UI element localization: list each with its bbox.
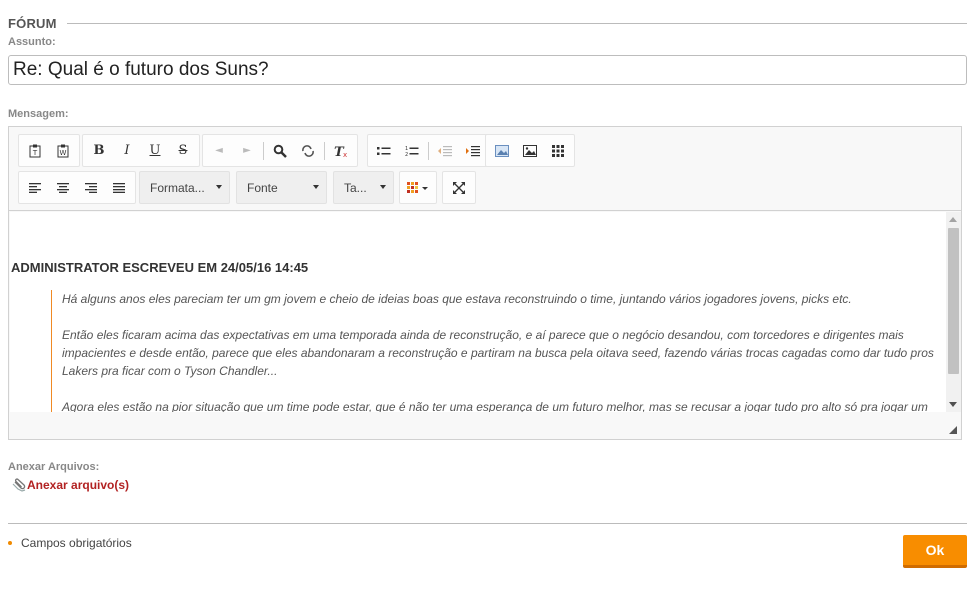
- editor-toolbar: T W B I U S ◄ ► Tx 1 2 Formata... Fonte …: [9, 127, 961, 211]
- format-combo[interactable]: Formata...: [139, 171, 230, 204]
- strikethrough-icon[interactable]: S: [169, 137, 197, 165]
- scroll-down-icon[interactable]: [949, 402, 957, 407]
- editor-content-area[interactable]: ADMINISTRATOR ESCREVEU EM 24/05/16 14:45…: [10, 212, 946, 412]
- italic-icon[interactable]: I: [113, 137, 141, 165]
- paste-text-icon[interactable]: T: [21, 137, 49, 165]
- svg-text:W: W: [60, 149, 67, 157]
- maximize-icon[interactable]: [445, 174, 473, 202]
- font-combo-label: Fonte: [247, 180, 278, 195]
- paperclip-icon: [12, 478, 27, 492]
- toolbar-group-tools: [442, 171, 476, 204]
- text-color-icon[interactable]: [402, 174, 434, 202]
- toolbar-group-editing: ◄ ► Tx: [202, 134, 358, 167]
- subject-label: Assunto:: [8, 36, 56, 48]
- toolbar-separator: [428, 141, 429, 160]
- required-fields-note: Campos obrigatórios: [8, 536, 132, 550]
- toolbar-separator: [324, 141, 325, 160]
- toolbar-separator: [263, 141, 264, 160]
- remove-format-icon[interactable]: Tx: [327, 137, 355, 165]
- attach-files-link[interactable]: Anexar arquivo(s): [12, 478, 129, 492]
- chevron-down-icon: [313, 185, 319, 189]
- image-button-icon[interactable]: [488, 137, 516, 165]
- outdent-icon[interactable]: [431, 137, 459, 165]
- chevron-down-icon: [380, 185, 386, 189]
- subject-input[interactable]: [8, 55, 967, 85]
- underline-icon[interactable]: U: [141, 137, 169, 165]
- form-title: FÓRUM: [8, 15, 57, 31]
- attachments-label: Anexar Arquivos:: [8, 461, 100, 473]
- scrollbar-thumb[interactable]: [948, 228, 959, 374]
- undo-icon[interactable]: ◄: [205, 137, 233, 165]
- paste-word-icon[interactable]: W: [49, 137, 77, 165]
- toolbar-group-insert: [485, 134, 575, 167]
- quote-header: ADMINISTRATOR ESCREVEU EM 24/05/16 14:45: [11, 260, 309, 275]
- ok-button[interactable]: Ok: [903, 535, 967, 568]
- bulleted-list-icon[interactable]: [370, 137, 398, 165]
- replace-icon[interactable]: [294, 137, 322, 165]
- scroll-up-icon[interactable]: [949, 217, 957, 222]
- toolbar-group-clipboard: T W: [18, 134, 80, 167]
- quote-paragraph: Há alguns anos eles pareciam ter um gm j…: [62, 292, 852, 306]
- svg-text:x: x: [343, 151, 347, 158]
- table-icon[interactable]: [544, 137, 572, 165]
- redo-icon[interactable]: ►: [233, 137, 261, 165]
- legend-divider: [66, 23, 967, 24]
- message-label: Mensagem:: [8, 108, 69, 120]
- rich-text-editor: T W B I U S ◄ ► Tx 1 2 Formata... Fonte …: [8, 126, 962, 440]
- toolbar-group-colors: [399, 171, 437, 204]
- quote-paragraph: Agora eles estão na pior situação que um…: [62, 400, 928, 412]
- format-combo-label: Formata...: [150, 180, 205, 195]
- forum-legend: FÓRUM: [8, 15, 967, 31]
- toolbar-group-basicstyles: B I U S: [82, 134, 200, 167]
- svg-text:T: T: [32, 149, 38, 157]
- indent-icon[interactable]: [459, 137, 487, 165]
- required-bullet-icon: [8, 541, 12, 545]
- attach-files-label: Anexar arquivo(s): [27, 478, 130, 492]
- bold-icon[interactable]: B: [85, 137, 113, 165]
- resize-handle-icon[interactable]: [949, 426, 957, 434]
- toolbar-group-align: [18, 171, 136, 204]
- quote-paragraph: Então eles ficaram acima das expectativa…: [62, 328, 934, 378]
- size-combo[interactable]: Ta...: [333, 171, 394, 204]
- chevron-down-icon: [216, 185, 222, 189]
- svg-text:2: 2: [405, 152, 408, 157]
- size-combo-label: Ta...: [344, 180, 367, 195]
- blockquote: Há alguns anos eles pareciam ter um gm j…: [51, 290, 943, 412]
- editor-scrollbar[interactable]: [946, 212, 961, 412]
- numbered-list-icon[interactable]: 12: [398, 137, 426, 165]
- align-right-icon[interactable]: [77, 174, 105, 202]
- footer-divider: [8, 523, 967, 524]
- toolbar-group-lists: 12: [367, 134, 490, 167]
- find-icon[interactable]: [266, 137, 294, 165]
- align-center-icon[interactable]: [49, 174, 77, 202]
- align-left-icon[interactable]: [21, 174, 49, 202]
- font-combo[interactable]: Fonte: [236, 171, 327, 204]
- required-fields-text: Campos obrigatórios: [21, 536, 132, 550]
- image-icon[interactable]: [516, 137, 544, 165]
- align-justify-icon[interactable]: [105, 174, 133, 202]
